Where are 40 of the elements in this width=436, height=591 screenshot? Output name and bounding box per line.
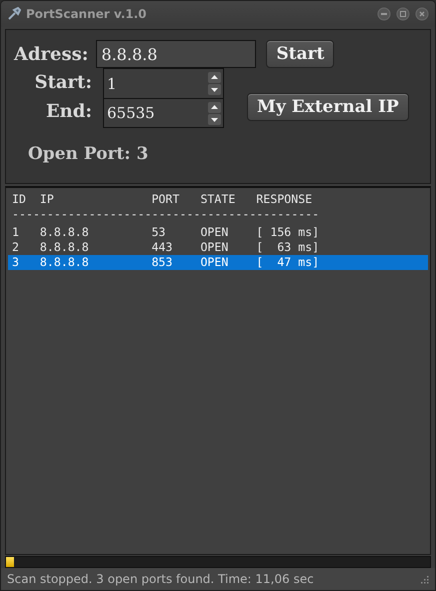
open-port-count: Open Port: 3 (28, 144, 150, 164)
table-cell: [ 63 ms] (256, 240, 320, 255)
table-cell-text: 2 (12, 240, 20, 255)
column-header: ID (12, 192, 27, 207)
table-cell-text: 443 (152, 240, 174, 255)
result-row[interactable]: 1 8.8.8.8 53 OPEN [ 156 ms] (8, 225, 428, 240)
status-text: Scan stopped. 3 open ports found. Time: 11,06 sec (7, 572, 314, 586)
table-cell-text: 853 (152, 255, 174, 270)
separator-line: -------------------------------------------- (12, 207, 320, 222)
wrench-icon (7, 7, 21, 21)
table-cell-text: 53 (152, 225, 167, 240)
start-button[interactable]: Start (266, 40, 334, 68)
spin-field[interactable]: 1 (104, 69, 223, 98)
external-ip-button[interactable]: My External IP (247, 93, 409, 121)
table-cell: [ 156 ms] (256, 225, 320, 240)
column-header: PORT (152, 192, 180, 207)
close-icon[interactable] (415, 7, 429, 21)
table-cell-text: 8.8.8.8 (40, 255, 90, 270)
table-cell-text: 1 (12, 225, 20, 240)
column-header: STATE (200, 192, 236, 207)
table-cell-text: OPEN (200, 255, 230, 270)
table-cell: [ 47 ms] (256, 255, 320, 270)
minimize-icon[interactable] (377, 7, 391, 21)
result-row[interactable]: 3 8.8.8.8 853 OPEN [ 47 ms] (8, 255, 428, 270)
column-header: RESPONSE (256, 192, 312, 207)
table-cell-text: OPEN (200, 225, 230, 240)
table-cell-text: 8.8.8.8 (40, 225, 90, 240)
maximize-icon[interactable] (396, 7, 410, 21)
start-label: Start: (34, 71, 92, 95)
column-header: IP (40, 192, 55, 207)
result-row[interactable]: 2 8.8.8.8 443 OPEN [ 63 ms] (8, 240, 428, 255)
address-field[interactable]: 8.8.8.8 (96, 40, 256, 68)
resize-grip-icon[interactable] (419, 574, 429, 584)
address-label: Adress: (14, 44, 88, 64)
table-cell-text: 8.8.8.8 (40, 240, 90, 255)
spin-field[interactable]: 65535 (104, 98, 223, 127)
end-label: End: (46, 100, 92, 124)
table-cell-text: OPEN (200, 240, 230, 255)
table-cell-text: 3 (12, 255, 20, 270)
window-title: PortScanner v.1.0 (26, 7, 148, 21)
